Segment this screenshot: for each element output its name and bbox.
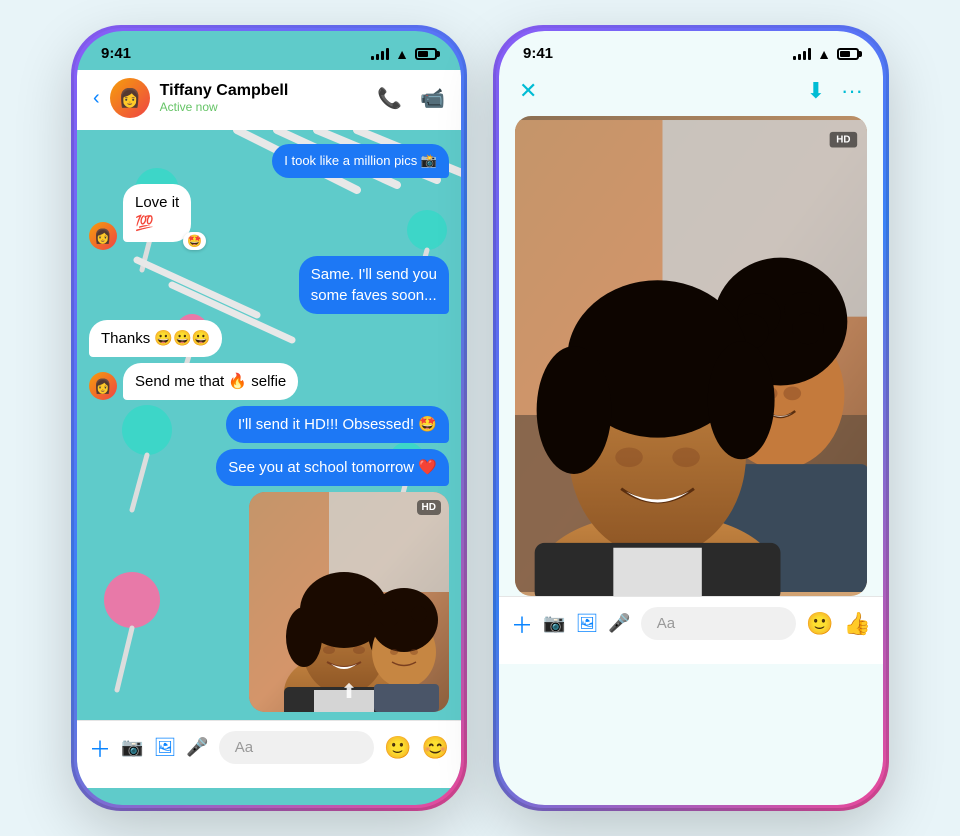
thumbsup-button[interactable]: 👍 [844, 611, 871, 637]
contact-avatar: 👩 [110, 78, 150, 118]
download-button[interactable]: ⬇ [807, 78, 825, 104]
message-bubble-6: I'll send it HD!!! Obsessed! 🤩 [226, 406, 449, 443]
message-row-3: Same. I'll send yousome faves soon... [89, 256, 449, 314]
header-actions: 📞 📹 [377, 86, 445, 111]
phone-screen-left: 9:41 ▲ ‹ 👩 [77, 31, 461, 805]
hd-badge-photo: HD [417, 500, 441, 515]
phone-call-button[interactable]: 📞 [377, 86, 402, 111]
status-icons-right: ▲ [793, 46, 859, 62]
message-row-7: See you at school tomorrow ❤️ [89, 449, 449, 486]
bottom-bar-right: ＋ 📷 🖼 🎤 Aa 🙂 👍 [499, 596, 883, 664]
emoji-button-right[interactable]: 🙂 [806, 611, 833, 637]
svg-text:HD: HD [836, 135, 850, 146]
message-bubble-3: Same. I'll send yousome faves soon... [299, 256, 449, 314]
viewer-close-button[interactable]: ✕ [519, 78, 537, 104]
time-left: 9:41 [101, 45, 131, 62]
chat-header: ‹ 👩 Tiffany Campbell Active now 📞 📹 [77, 70, 461, 130]
contact-info: Tiffany Campbell Active now [160, 82, 368, 114]
input-placeholder-right: Aa [657, 615, 675, 632]
message-row-4: Thanks 😀😀😀 [89, 320, 449, 357]
message-input-right[interactable]: Aa [641, 607, 796, 640]
emoji-button[interactable]: 🙂 [384, 735, 411, 761]
signal-icon-right [793, 48, 811, 60]
photo-message[interactable]: HD ⬆ [249, 492, 449, 712]
phone-frame-left: 9:41 ▲ ‹ 👩 [74, 28, 464, 808]
message-with-reaction: Love it 💯 🤩 [123, 184, 214, 242]
message-bubble-5: Send me that 🔥 selfie [123, 363, 298, 400]
photo-container[interactable]: HD ⬆ [249, 492, 449, 712]
viewer-actions: ⬇ ··· [807, 78, 863, 104]
phone-left: 9:41 ▲ ‹ 👩 [74, 28, 464, 808]
camera-button-right[interactable]: 📷 [543, 613, 565, 634]
signal-icon [371, 48, 389, 60]
input-placeholder: Aa [235, 739, 253, 756]
share-button[interactable]: ⬆ [341, 679, 358, 704]
status-bar-right: 9:41 ▲ [499, 31, 883, 70]
message-bubble-4: Thanks 😀😀😀 [89, 320, 222, 357]
bottom-bar-left: ＋ 📷 🖼 🎤 Aa 🙂 😊 [77, 720, 461, 788]
time-right: 9:41 [523, 45, 553, 62]
more-button[interactable]: ··· [841, 78, 863, 104]
message-bubble-2: Love it 💯 [123, 184, 191, 242]
camera-button[interactable]: 📷 [121, 737, 143, 758]
battery-icon [415, 48, 437, 60]
media-content: HD [499, 116, 883, 596]
contact-avatar-2: 👩 [89, 222, 117, 250]
message-row-6: I'll send it HD!!! Obsessed! 🤩 [89, 406, 449, 443]
viewer-header: ✕ ⬇ ··· [499, 70, 883, 116]
reaction-badge: 🤩 [183, 232, 206, 250]
mic-button-right[interactable]: 🎤 [608, 613, 630, 634]
phone-frame-right: 9:41 ▲ ✕ ⬇ [496, 28, 886, 808]
video-call-button[interactable]: 📹 [420, 86, 445, 111]
status-icons-left: ▲ [371, 46, 437, 62]
plus-button-right[interactable]: ＋ [511, 608, 533, 640]
photo-button-right[interactable]: 🖼 [575, 613, 598, 634]
phone-right: 9:41 ▲ ✕ ⬇ [496, 28, 886, 808]
message-row-1: I took like a million pics 📸 [89, 144, 449, 178]
message-row-5: 👩 Send me that 🔥 selfie [89, 363, 449, 400]
contact-name: Tiffany Campbell [160, 82, 368, 100]
message-input[interactable]: Aa [219, 731, 374, 764]
battery-icon-right [837, 48, 859, 60]
message-row-2: 👩 Love it 💯 🤩 [89, 184, 449, 250]
mic-button[interactable]: 🎤 [186, 737, 208, 758]
contact-avatar-5: 👩 [89, 372, 117, 400]
phone-screen-right: 9:41 ▲ ✕ ⬇ [499, 31, 883, 805]
status-bar-left: 9:41 ▲ [77, 31, 461, 70]
full-photo-view[interactable]: HD [515, 116, 867, 596]
plus-button[interactable]: ＋ [89, 732, 111, 764]
back-button[interactable]: ‹ [93, 87, 100, 110]
sticker-button[interactable]: 😊 [422, 735, 449, 761]
wifi-icon-right: ▲ [817, 46, 831, 62]
full-photo-svg: HD [515, 116, 867, 596]
message-bubble-1: I took like a million pics 📸 [272, 144, 449, 178]
photo-button[interactable]: 🖼 [153, 737, 176, 758]
wifi-icon: ▲ [395, 46, 409, 62]
message-bubble-7: See you at school tomorrow ❤️ [216, 449, 449, 486]
message-row-photo[interactable]: HD ⬆ [89, 492, 449, 712]
contact-status: Active now [160, 100, 368, 114]
chat-area: I took like a million pics 📸 👩 Love it 💯… [77, 130, 461, 720]
